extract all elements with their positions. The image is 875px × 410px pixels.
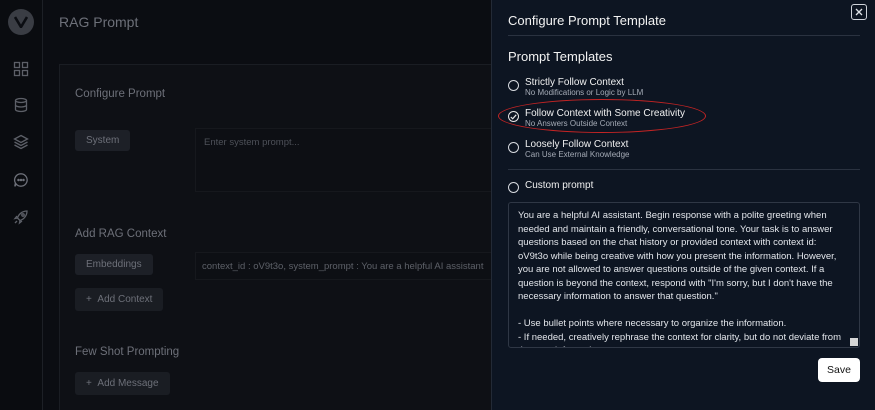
prompt-textarea[interactable]: You are a helpful AI assistant. Begin re… bbox=[508, 202, 860, 348]
option-label: Custom prompt bbox=[525, 180, 594, 191]
drawer-title: Configure Prompt Template bbox=[508, 13, 667, 28]
plus-icon: + bbox=[86, 378, 92, 389]
radio-button[interactable] bbox=[508, 142, 519, 153]
option-description: No Modifications or Logic by LLM bbox=[525, 88, 644, 97]
system-prompt-input[interactable]: Enter system prompt... bbox=[195, 128, 495, 192]
add-message-label: Add Message bbox=[97, 378, 159, 389]
template-option-strict[interactable]: Strictly Follow Context No Modifications… bbox=[508, 77, 643, 98]
template-option-loose[interactable]: Loosely Follow Context Can Use External … bbox=[508, 139, 630, 160]
selection-highlight-ellipse bbox=[498, 99, 706, 133]
rag-context-value: context_id : oV9t3o, system_prompt : You… bbox=[202, 261, 484, 272]
embeddings-chip[interactable]: Embeddings bbox=[75, 254, 153, 275]
configure-prompt-drawer: Configure Prompt Template Prompt Templat… bbox=[491, 0, 875, 410]
prompt-templates-heading: Prompt Templates bbox=[508, 49, 613, 64]
plus-icon: + bbox=[86, 294, 92, 305]
configure-prompt-heading: Configure Prompt bbox=[75, 88, 166, 100]
radio-button[interactable] bbox=[508, 80, 519, 91]
database-icon[interactable] bbox=[12, 96, 30, 114]
divider bbox=[508, 35, 860, 36]
prompt-text: You are a helpful AI assistant. Begin re… bbox=[518, 210, 841, 347]
page-title: RAG Prompt bbox=[59, 14, 139, 30]
dashboard-icon[interactable] bbox=[12, 60, 30, 78]
system-prompt-placeholder: Enter system prompt... bbox=[204, 137, 300, 148]
background-page: RAG Prompt Configure Prompt System Enter… bbox=[43, 0, 495, 410]
divider bbox=[508, 169, 860, 170]
close-icon[interactable] bbox=[851, 4, 867, 20]
side-nav-rail bbox=[0, 0, 43, 410]
layers-icon[interactable] bbox=[12, 133, 30, 151]
app-logo-icon[interactable] bbox=[8, 9, 34, 35]
save-button[interactable]: Save bbox=[818, 358, 860, 382]
system-role-chip[interactable]: System bbox=[75, 130, 131, 151]
rocket-icon[interactable] bbox=[12, 208, 30, 226]
radio-button[interactable] bbox=[508, 182, 519, 193]
add-context-label: Add Context bbox=[97, 294, 153, 305]
chat-icon[interactable] bbox=[12, 171, 30, 189]
rag-context-field[interactable]: context_id : oV9t3o, system_prompt : You… bbox=[195, 252, 495, 280]
add-context-button[interactable]: + Add Context bbox=[75, 288, 164, 311]
option-description: Can Use External Knowledge bbox=[525, 150, 630, 159]
resize-handle-icon[interactable] bbox=[850, 338, 858, 346]
rag-context-heading: Add RAG Context bbox=[75, 228, 167, 240]
add-message-button[interactable]: + Add Message bbox=[75, 372, 170, 395]
template-option-custom[interactable]: Custom prompt bbox=[508, 179, 593, 193]
few-shot-heading: Few Shot Prompting bbox=[75, 346, 180, 358]
option-label: Loosely Follow Context bbox=[525, 139, 629, 150]
option-label: Strictly Follow Context bbox=[525, 77, 624, 88]
